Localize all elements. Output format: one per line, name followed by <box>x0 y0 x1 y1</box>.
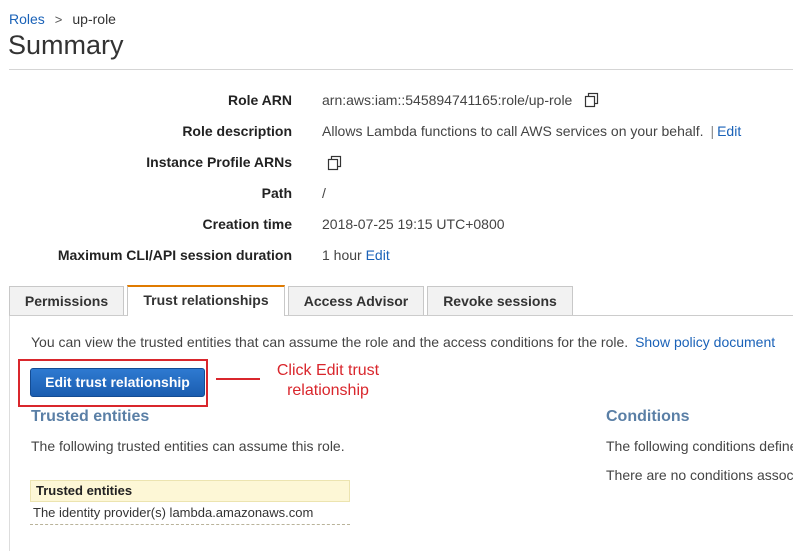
edit-trust-relationship-button[interactable]: Edit trust relationship <box>30 368 205 397</box>
tab-revoke-sessions[interactable]: Revoke sessions <box>427 286 573 315</box>
tab-trust-relationships[interactable]: Trust relationships <box>127 285 285 316</box>
role-description-row: Allows Lambda functions to call AWS serv… <box>322 123 741 139</box>
annotation-text: Click Edit trust relationship <box>262 361 394 401</box>
max-session-row: 1 hour Edit <box>322 247 390 263</box>
max-session-value: 1 hour <box>322 247 362 263</box>
creation-time-label: Creation time <box>202 216 292 232</box>
instance-profile-copy <box>319 155 343 173</box>
breadcrumb-current: up-role <box>72 11 116 27</box>
breadcrumb-roles-link[interactable]: Roles <box>9 11 45 27</box>
path-label: Path <box>261 185 292 201</box>
conditions-description: The following conditions define <box>606 438 793 454</box>
trust-intro-text: You can view the trusted entities that c… <box>31 334 629 350</box>
separator: | <box>710 123 715 139</box>
max-session-label: Maximum CLI/API session duration <box>57 247 292 263</box>
panel-border <box>9 316 10 551</box>
role-description-label: Role description <box>182 123 292 139</box>
trusted-entities-heading: Trusted entities <box>31 408 150 425</box>
creation-time-value: 2018-07-25 19:15 UTC+0800 <box>322 216 505 232</box>
title-divider <box>9 69 793 70</box>
trusted-entities-table: Trusted entities The identity provider(s… <box>30 480 350 525</box>
annotation-line-1: Click Edit trust <box>276 362 380 379</box>
instance-profile-label: Instance Profile ARNs <box>146 154 292 170</box>
copy-icon[interactable] <box>327 155 343 171</box>
annotation-arrow-line <box>216 378 260 380</box>
table-row: The identity provider(s) lambda.amazonaw… <box>30 502 350 525</box>
copy-icon[interactable] <box>584 92 600 108</box>
show-policy-document-link[interactable]: Show policy document <box>635 334 775 350</box>
conditions-heading: Conditions <box>606 408 690 425</box>
page-title: Summary <box>8 30 124 60</box>
trusted-entities-description: The following trusted entities can assum… <box>31 438 345 454</box>
tab-access-advisor[interactable]: Access Advisor <box>288 286 424 315</box>
role-arn-label: Role ARN <box>227 92 292 108</box>
role-description-edit-link[interactable]: Edit <box>717 123 741 139</box>
trust-intro: You can view the trusted entities that c… <box>31 334 775 350</box>
role-arn-value: arn:aws:iam::545894741165:role/up-role <box>322 92 573 108</box>
max-session-edit-link[interactable]: Edit <box>366 247 390 263</box>
path-value: / <box>322 185 326 201</box>
conditions-empty-text: There are no conditions assoc <box>606 467 793 483</box>
tab-permissions[interactable]: Permissions <box>9 286 124 315</box>
role-arn-value-row: arn:aws:iam::545894741165:role/up-role <box>322 92 600 108</box>
annotation-line-2: relationship <box>287 382 369 399</box>
table-header: Trusted entities <box>30 480 350 502</box>
breadcrumb: Roles > up-role <box>9 11 116 27</box>
role-description-value: Allows Lambda functions to call AWS serv… <box>322 123 704 139</box>
chevron-right-icon: > <box>54 12 63 27</box>
